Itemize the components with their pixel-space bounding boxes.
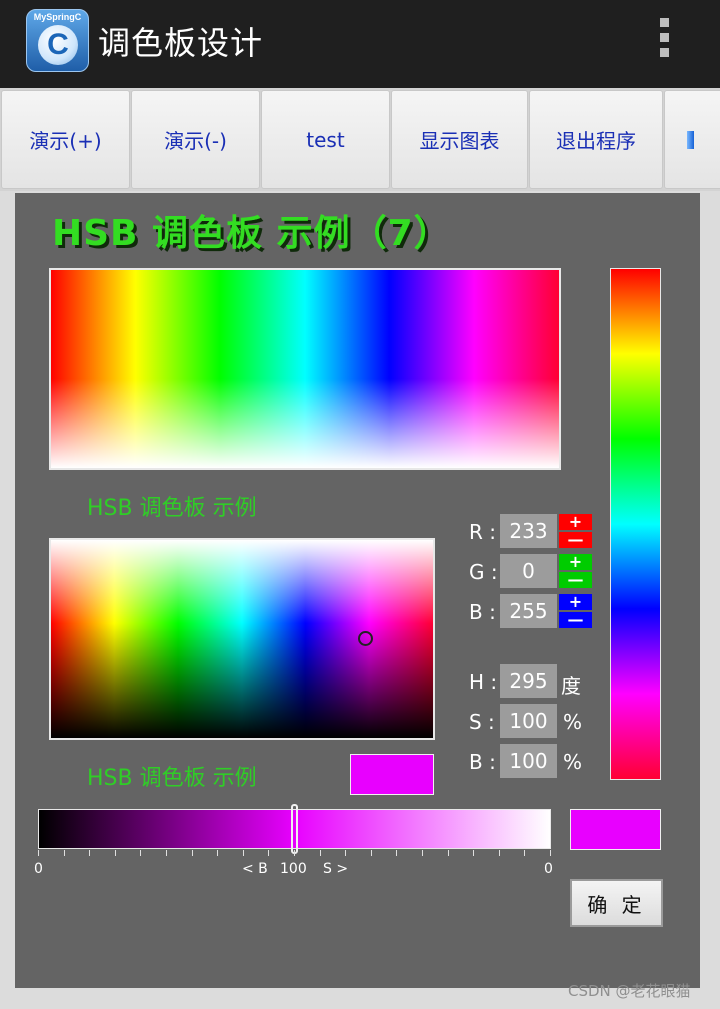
slider-tick (370, 850, 372, 856)
vertical-hue-slider[interactable] (610, 268, 661, 780)
slider-tick (217, 850, 219, 856)
slider-tick (498, 850, 500, 856)
test-button[interactable]: test (261, 90, 390, 189)
show-chart-button[interactable]: 显示图表 (391, 90, 528, 189)
slider-tick (294, 850, 295, 856)
palette-caption-top: HSB 调色板 示例 (87, 496, 257, 521)
s-label: S : (469, 710, 495, 734)
slider-tick (345, 850, 347, 856)
slider-ticks (38, 850, 551, 860)
s-value-field[interactable]: 100 (500, 704, 557, 738)
app-brand-text: MySpringC (33, 12, 82, 22)
color-picker-handle[interactable] (358, 631, 373, 646)
s-unit: % (563, 710, 583, 734)
app-brand-letter: C (38, 25, 78, 65)
demo-minus-button[interactable]: 演示(-) (131, 90, 260, 189)
g-label: G : (469, 560, 498, 584)
g-value-field[interactable]: 0 (500, 554, 557, 588)
b-minus-button[interactable]: — (559, 612, 592, 628)
slider-min-label: 0 (34, 861, 43, 877)
slider-thumb[interactable] (291, 804, 298, 854)
slider-tick (89, 850, 91, 856)
final-color-swatch (570, 809, 661, 850)
slider-tick (114, 850, 116, 856)
g-plus-button[interactable]: + (559, 554, 592, 570)
slider-tick (166, 850, 167, 856)
slider-tick (319, 850, 321, 856)
r-value-field[interactable]: 233 (500, 514, 557, 548)
saturation-brightness-field[interactable] (49, 538, 435, 740)
slider-tick (396, 850, 398, 856)
slider-tick (38, 850, 39, 856)
b-plus-button[interactable]: + (559, 594, 592, 610)
g-minus-button[interactable]: — (559, 572, 592, 588)
brightness-label: B : (469, 750, 496, 774)
r-plus-button[interactable]: + (559, 514, 592, 530)
app-title: 调色板设计 (98, 24, 264, 62)
hue-spectrum-strip[interactable] (49, 268, 561, 470)
watermark: CSDN @老花眼猫 (568, 982, 691, 1000)
h-value-field[interactable]: 295 (500, 664, 557, 698)
slider-right-hint: S > (323, 861, 349, 877)
confirm-button[interactable]: 确 定 (570, 879, 663, 927)
r-label: R : (469, 520, 496, 544)
h-unit: 度 (561, 674, 581, 698)
slider-tick (473, 850, 475, 856)
slider-max-label: 0 (544, 861, 553, 877)
slider-center-value: 100 (280, 861, 307, 877)
palette-caption-bottom: HSB 调色板 示例 (87, 766, 257, 791)
app-logo-icon[interactable]: MySpringC C (26, 9, 89, 72)
r-minus-button[interactable]: — (559, 532, 592, 548)
more-toolbar-button[interactable] (664, 90, 720, 189)
b-label: B : (469, 600, 496, 624)
demo-plus-button[interactable]: 演示(+) (1, 90, 130, 189)
action-bar: MySpringC C 调色板设计 (0, 0, 720, 88)
h-label: H : (469, 670, 498, 694)
toolbar: 演示(+) 演示(-) test 显示图表 退出程序 (0, 88, 720, 191)
slider-tick (447, 850, 449, 856)
brightness-unit: % (563, 750, 583, 774)
slider-tick (242, 850, 244, 856)
overflow-menu-icon[interactable] (654, 18, 674, 64)
slider-left-hint: < B (242, 861, 268, 877)
partial-button-icon (687, 130, 694, 149)
page-title: HSB 调色板 示例（7） (52, 213, 451, 254)
slider-tick (550, 850, 551, 856)
color-preview-swatch (350, 754, 434, 795)
exit-program-button[interactable]: 退出程序 (529, 90, 663, 189)
slider-tick (524, 850, 526, 856)
b-value-field[interactable]: 255 (500, 594, 557, 628)
slider-tick (63, 850, 65, 856)
brightness-value-field[interactable]: 100 (500, 744, 557, 778)
slider-tick (140, 850, 142, 856)
slider-tick (422, 850, 423, 856)
slider-tick (191, 850, 193, 856)
slider-tick (268, 850, 270, 856)
